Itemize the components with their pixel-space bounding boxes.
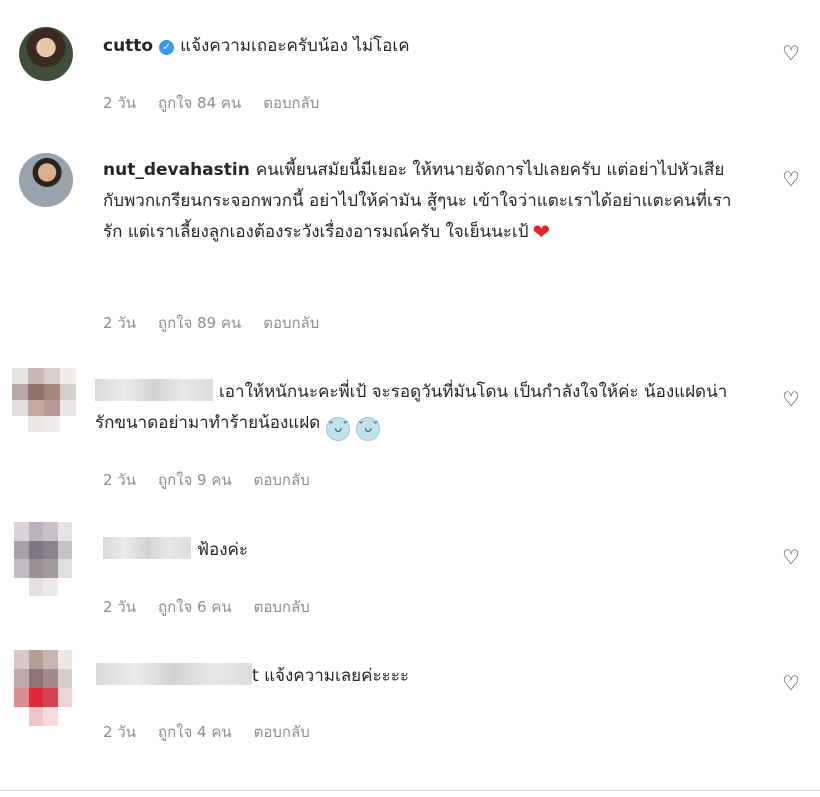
comment-likes[interactable]: ถูกใจ 89 คน — [158, 314, 241, 332]
comment-likes[interactable]: ถูกใจ 84 คน — [158, 94, 241, 112]
comment-body: t แจ้งความเลยค่ะะะะ — [96, 661, 740, 692]
username-blurred[interactable] — [95, 379, 213, 401]
heart-outline-icon[interactable]: ♡ — [779, 388, 803, 410]
comment-likes[interactable]: ถูกใจ 6 คน — [158, 598, 232, 616]
comment-time[interactable]: 2 วัน — [103, 314, 136, 332]
heart-outline-icon[interactable]: ♡ — [779, 546, 803, 568]
red-heart-emoji: ❤ — [532, 220, 551, 244]
avatar[interactable] — [14, 650, 72, 726]
comment-body: cutto ✓ แจ้งความเถอะครับน้อง ไม่โอเค — [103, 31, 740, 62]
reply-button[interactable]: ตอบกลับ — [263, 94, 319, 112]
username-blurred[interactable] — [103, 537, 191, 559]
avatar[interactable] — [19, 153, 73, 207]
comment-meta: 2 วัน ถูกใจ 9 คน ตอบกลับ — [103, 468, 332, 492]
comment-meta: 2 วัน ถูกใจ 89 คน ตอบกลับ — [103, 311, 341, 335]
comment-meta: 2 วัน ถูกใจ 4 คน ตอบกลับ — [103, 720, 332, 744]
comment-text: ฟ้องค่ะ — [197, 540, 249, 560]
reply-button[interactable]: ตอบกลับ — [254, 471, 310, 489]
comment-time[interactable]: 2 วัน — [103, 723, 136, 741]
username-blurred[interactable] — [96, 663, 252, 685]
comment-body: เอาให้หนักนะคะพี่เป้ จะรอดูวันที่มันโดน … — [95, 377, 740, 441]
verified-badge-icon: ✓ — [159, 40, 175, 55]
comment-username[interactable]: nut_devahastin — [103, 160, 250, 180]
comment-likes[interactable]: ถูกใจ 9 คน — [158, 471, 232, 489]
reply-button[interactable]: ตอบกลับ — [254, 723, 310, 741]
reply-button[interactable]: ตอบกลับ — [254, 598, 310, 616]
comment-time[interactable]: 2 วัน — [103, 471, 136, 489]
comment-text: t แจ้งความเลยค่ะะะะ — [252, 666, 410, 686]
baby-face-emoji: ˇᴗˇ — [326, 417, 351, 441]
comment-likes[interactable]: ถูกใจ 4 คน — [158, 723, 232, 741]
comment-meta: 2 วัน ถูกใจ 6 คน ตอบกลับ — [103, 595, 332, 619]
comment-body: nut_devahastin คนเพี้ยนสมัยนี้มีเยอะ ให้ท… — [103, 155, 740, 248]
comment-time[interactable]: 2 วัน — [103, 598, 136, 616]
comment-text: แจ้งความเถอะครับน้อง ไม่โอเค — [180, 36, 410, 56]
comment-body: ฟ้องค่ะ — [103, 535, 740, 566]
divider — [0, 790, 820, 791]
heart-outline-icon[interactable]: ♡ — [779, 672, 803, 694]
comment-time[interactable]: 2 วัน — [103, 94, 136, 112]
heart-outline-icon[interactable]: ♡ — [779, 168, 803, 190]
avatar[interactable] — [14, 522, 72, 596]
reply-button[interactable]: ตอบกลับ — [263, 314, 319, 332]
baby-face-emoji: ˇᴗˇ — [356, 417, 381, 441]
comment-meta: 2 วัน ถูกใจ 84 คน ตอบกลับ — [103, 91, 341, 115]
heart-outline-icon[interactable]: ♡ — [779, 42, 803, 64]
avatar[interactable] — [12, 368, 76, 432]
avatar[interactable] — [19, 27, 73, 81]
comment-username[interactable]: cutto — [103, 36, 153, 56]
